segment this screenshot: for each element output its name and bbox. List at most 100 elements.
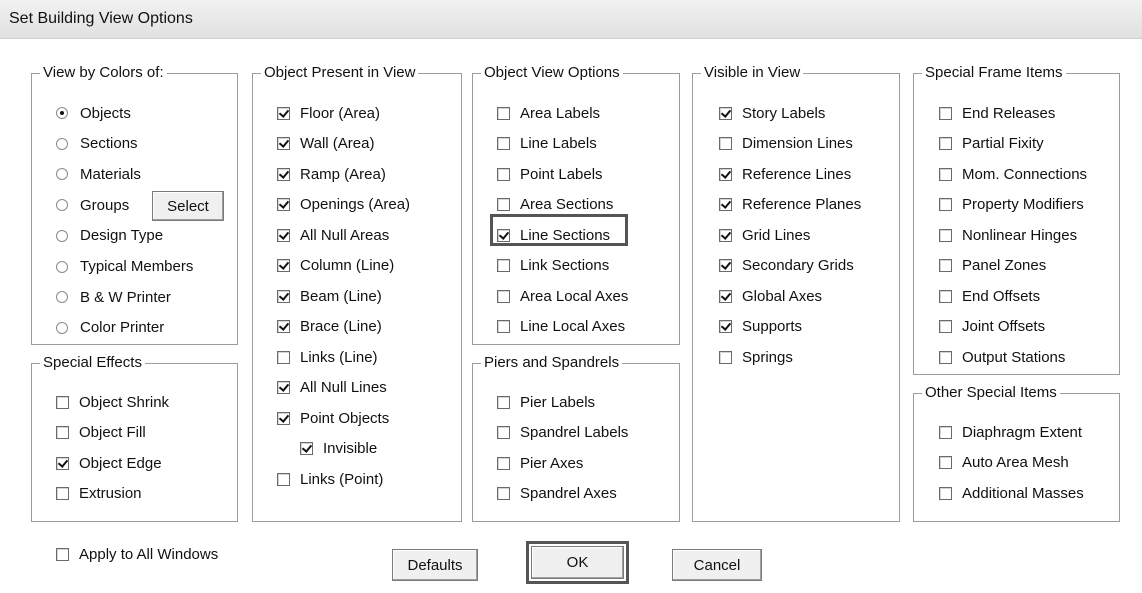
joint-offsets-checkbox[interactable] — [939, 320, 952, 333]
column-line-checkbox[interactable] — [277, 259, 290, 272]
brace-line-checkbox[interactable] — [277, 320, 290, 333]
ramp-area-checkbox[interactable] — [277, 167, 290, 181]
line-labels-row[interactable]: Line Labels — [497, 134, 597, 154]
area-sections-row[interactable]: Area Sections — [497, 195, 613, 215]
point-objects-row[interactable]: Point Objects — [277, 408, 389, 428]
link-sections-row[interactable]: Link Sections — [497, 256, 609, 276]
defaults-button[interactable]: Defaults — [392, 549, 478, 581]
springs-checkbox[interactable] — [719, 350, 732, 364]
end-releases-row[interactable]: End Releases — [939, 103, 1055, 123]
floor-area-checkbox[interactable] — [277, 106, 290, 120]
b-and-w-printer-row[interactable]: B & W Printer — [56, 287, 171, 307]
diaphragm-extent-checkbox[interactable] — [939, 425, 952, 439]
sections-radio[interactable] — [56, 137, 68, 150]
global-axes-row[interactable]: Global Axes — [719, 286, 822, 306]
area-sections-checkbox[interactable] — [497, 198, 510, 211]
typical-members-radio[interactable] — [56, 260, 68, 273]
nonlinear-hinges-checkbox[interactable] — [939, 228, 952, 242]
all-null-lines-checkbox[interactable] — [277, 381, 290, 394]
reference-lines-row[interactable]: Reference Lines — [719, 164, 851, 184]
reference-lines-checkbox[interactable] — [719, 167, 732, 181]
materials-radio[interactable] — [56, 168, 68, 181]
extrusion-row[interactable]: Extrusion — [56, 484, 142, 504]
end-releases-checkbox[interactable] — [939, 106, 952, 120]
global-axes-checkbox[interactable] — [719, 289, 732, 303]
spandrel-labels-checkbox[interactable] — [497, 426, 510, 439]
all-null-lines-row[interactable]: All Null Lines — [277, 378, 387, 398]
links-point-checkbox[interactable] — [277, 472, 290, 486]
object-fill-row[interactable]: Object Fill — [56, 423, 146, 443]
property-modifiers-checkbox[interactable] — [939, 198, 952, 211]
links-line-row[interactable]: Links (Line) — [277, 347, 378, 367]
supports-checkbox[interactable] — [719, 320, 732, 333]
property-modifiers-row[interactable]: Property Modifiers — [939, 195, 1084, 215]
select-button[interactable]: Select — [152, 191, 224, 221]
design-type-radio[interactable] — [56, 229, 68, 242]
invisible-row[interactable]: Invisible — [300, 439, 377, 459]
partial-fixity-row[interactable]: Partial Fixity — [939, 134, 1044, 154]
openings-area-row[interactable]: Openings (Area) — [277, 195, 410, 215]
line-labels-checkbox[interactable] — [497, 137, 510, 150]
area-local-axes-checkbox[interactable] — [497, 289, 510, 303]
wall-area-checkbox[interactable] — [277, 137, 290, 150]
additional-masses-checkbox[interactable] — [939, 486, 952, 500]
object-shrink-row[interactable]: Object Shrink — [56, 392, 169, 412]
invisible-checkbox[interactable] — [300, 442, 313, 455]
point-labels-row[interactable]: Point Labels — [497, 164, 603, 184]
joint-offsets-row[interactable]: Joint Offsets — [939, 317, 1045, 337]
typical-members-row[interactable]: Typical Members — [56, 257, 193, 277]
link-sections-checkbox[interactable] — [497, 259, 510, 272]
pier-axes-checkbox[interactable] — [497, 456, 510, 470]
secondary-grids-checkbox[interactable] — [719, 259, 732, 272]
end-offsets-checkbox[interactable] — [939, 289, 952, 303]
object-fill-checkbox[interactable] — [56, 426, 69, 439]
dimension-lines-row[interactable]: Dimension Lines — [719, 134, 853, 154]
ok-button[interactable]: OK — [531, 546, 624, 579]
mom-connections-checkbox[interactable] — [939, 167, 952, 181]
mom-connections-row[interactable]: Mom. Connections — [939, 164, 1087, 184]
cancel-button[interactable]: Cancel — [672, 549, 762, 581]
brace-line-row[interactable]: Brace (Line) — [277, 317, 382, 337]
line-sections-checkbox[interactable] — [497, 228, 510, 242]
output-stations-checkbox[interactable] — [939, 350, 952, 364]
beam-line-checkbox[interactable] — [277, 289, 290, 303]
grid-lines-checkbox[interactable] — [719, 228, 732, 242]
grid-lines-row[interactable]: Grid Lines — [719, 225, 810, 245]
spandrel-labels-row[interactable]: Spandrel Labels — [497, 423, 628, 443]
auto-area-mesh-row[interactable]: Auto Area Mesh — [939, 453, 1069, 473]
sections-row[interactable]: Sections — [56, 134, 138, 154]
story-labels-checkbox[interactable] — [719, 106, 732, 120]
reference-planes-checkbox[interactable] — [719, 198, 732, 211]
area-labels-row[interactable]: Area Labels — [497, 103, 600, 123]
materials-row[interactable]: Materials — [56, 164, 141, 184]
apply-to-all-windows-row[interactable]: Apply to All Windows — [56, 544, 218, 564]
additional-masses-row[interactable]: Additional Masses — [939, 483, 1084, 503]
spandrel-axes-checkbox[interactable] — [497, 487, 510, 500]
secondary-grids-row[interactable]: Secondary Grids — [719, 256, 854, 276]
point-labels-checkbox[interactable] — [497, 167, 510, 181]
pier-labels-row[interactable]: Pier Labels — [497, 392, 595, 412]
line-sections-row[interactable]: Line Sections — [497, 225, 610, 245]
openings-area-checkbox[interactable] — [277, 198, 290, 211]
object-edge-row[interactable]: Object Edge — [56, 453, 162, 473]
wall-area-row[interactable]: Wall (Area) — [277, 134, 374, 154]
object-edge-checkbox[interactable] — [56, 456, 69, 470]
links-line-checkbox[interactable] — [277, 350, 290, 364]
design-type-row[interactable]: Design Type — [56, 226, 163, 246]
story-labels-row[interactable]: Story Labels — [719, 103, 825, 123]
all-null-areas-checkbox[interactable] — [277, 228, 290, 242]
nonlinear-hinges-row[interactable]: Nonlinear Hinges — [939, 225, 1077, 245]
ramp-area-row[interactable]: Ramp (Area) — [277, 164, 386, 184]
all-null-areas-row[interactable]: All Null Areas — [277, 225, 389, 245]
area-local-axes-row[interactable]: Area Local Axes — [497, 286, 628, 306]
pier-axes-row[interactable]: Pier Axes — [497, 453, 583, 473]
objects-radio[interactable] — [56, 107, 68, 119]
object-shrink-checkbox[interactable] — [56, 395, 69, 409]
panel-zones-row[interactable]: Panel Zones — [939, 256, 1046, 276]
end-offsets-row[interactable]: End Offsets — [939, 286, 1040, 306]
links-point-row[interactable]: Links (Point) — [277, 469, 383, 489]
partial-fixity-checkbox[interactable] — [939, 137, 952, 150]
springs-row[interactable]: Springs — [719, 347, 793, 367]
area-labels-checkbox[interactable] — [497, 106, 510, 120]
groups-row[interactable]: Groups — [56, 195, 129, 215]
